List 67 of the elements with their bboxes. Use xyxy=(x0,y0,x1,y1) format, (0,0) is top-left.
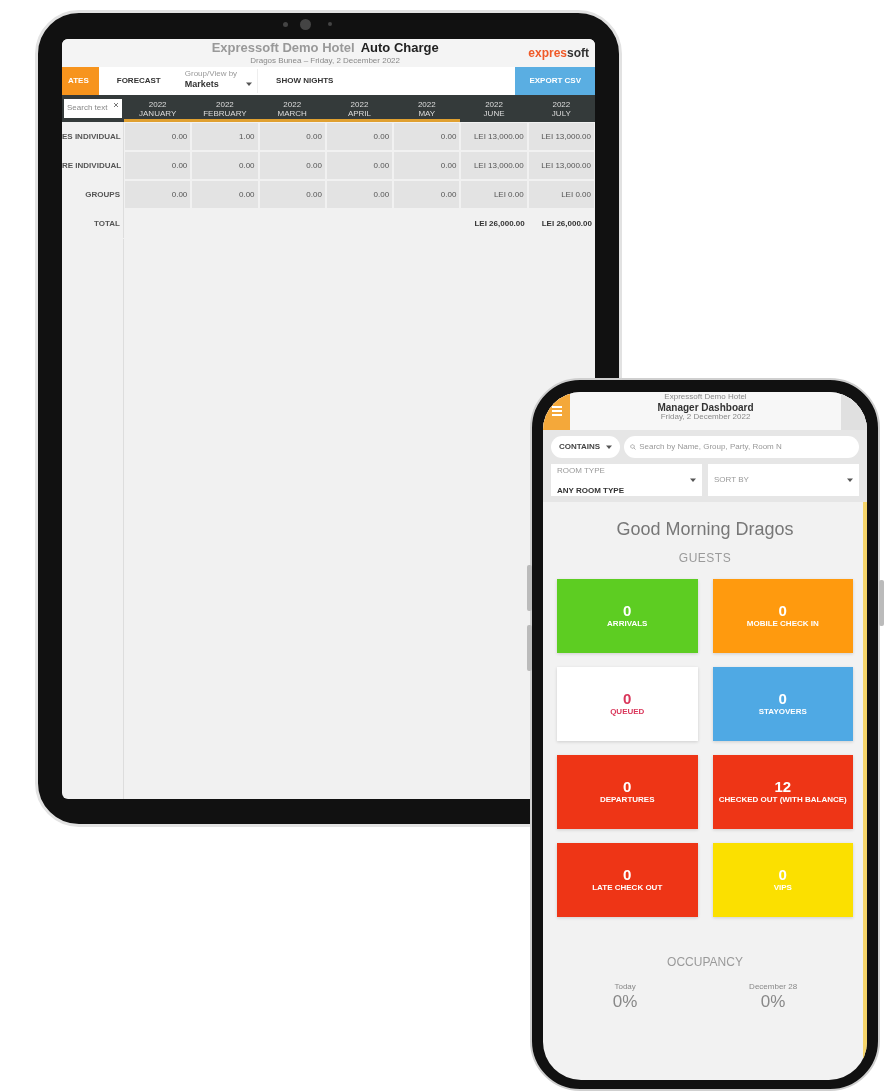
filter-select[interactable]: ROOM TYPE ANY ROOM TYPE xyxy=(551,464,702,496)
table-cell: 0.00 xyxy=(326,181,393,208)
search-icon xyxy=(630,444,637,450)
table-cell: 0.00 xyxy=(394,152,460,179)
table-cell: LEI 13,000.00 xyxy=(461,152,527,179)
table-cell: 0.00 xyxy=(125,181,191,208)
hotel-name: Expressoft Demo Hotel xyxy=(211,39,355,55)
match-select[interactable]: CONTAINS xyxy=(551,436,621,458)
export-button[interactable]: EXPORT CSV xyxy=(515,66,595,95)
status-tile[interactable]: 0 QUEUED xyxy=(557,667,698,741)
table-cell: LEI 13,000.00 xyxy=(528,152,594,179)
status-tile[interactable]: 0 ARRIVALS xyxy=(557,579,698,653)
total-cell-text: LEI 26,000.00 xyxy=(473,218,526,230)
occupancy-label: December 28 xyxy=(749,981,798,993)
sensor-icon xyxy=(283,22,288,27)
status-tile[interactable]: 0 STAYOVERS xyxy=(712,667,853,741)
view-select[interactable]: Group/View by Markets xyxy=(178,69,259,93)
table-cell: 0.00 xyxy=(259,181,325,208)
occupancy-label: Today xyxy=(613,981,637,993)
page-subtitle: Dragos Bunea – Friday, 2 December 2022 xyxy=(250,55,400,65)
row-label: GROUPS xyxy=(62,180,124,209)
page-subtitle: Friday, 2 December 2022 xyxy=(660,412,751,422)
close-icon xyxy=(113,101,119,108)
table-cell: 0.00 xyxy=(125,152,191,179)
table-cell: 0.00 xyxy=(125,123,191,150)
occupancy-value: 0% xyxy=(759,993,787,1012)
table-cell: 0.00 xyxy=(326,123,393,150)
greeting: Good Morning Dragos xyxy=(615,518,795,541)
table-cell: LEI 13,000.00 xyxy=(461,123,527,150)
total-cell-text: LEI 26,000.00 xyxy=(540,218,593,230)
search-field[interactable]: Search by Name, Group, Party, Room N xyxy=(624,436,859,458)
caret-icon xyxy=(847,477,853,483)
caret-icon xyxy=(690,477,696,483)
table-cell: 0.00 xyxy=(259,152,325,179)
hotel-name: Expressoft Demo Hotel xyxy=(664,393,747,402)
occupancy-value: 0% xyxy=(612,993,638,1012)
table-cell: LEI 0.00 xyxy=(528,181,594,208)
table-cell: 0.00 xyxy=(192,152,258,179)
camera-icon xyxy=(300,19,311,30)
filter-select[interactable]: SORT BY xyxy=(708,464,859,496)
table-cell: 0.00 xyxy=(326,152,393,179)
row-label: RE INDIVIDUAL xyxy=(62,151,124,180)
page-title: Auto Charge xyxy=(360,39,439,55)
sensor-icon xyxy=(328,22,332,26)
table-cell: 0.00 xyxy=(259,123,325,150)
table-cell: 0.00 xyxy=(192,181,258,208)
table-cell: LEI 13,000.00 xyxy=(528,123,594,150)
row-label: TOTAL xyxy=(62,209,124,238)
table-cell: 1.00 xyxy=(192,123,258,150)
status-tile[interactable]: 12 CHECKED OUT (WITH BALANCE) xyxy=(712,755,853,829)
row-label: ES INDIVIDUAL xyxy=(62,122,124,151)
square-button[interactable] xyxy=(841,392,867,430)
section-title: OCCUPANCY xyxy=(666,954,744,971)
table-cell: LEI 0.00 xyxy=(461,181,527,208)
logo: expressoft xyxy=(528,44,590,62)
search-field[interactable]: Search text xyxy=(64,98,122,118)
caret-icon xyxy=(606,444,613,450)
menu-icon[interactable] xyxy=(543,392,570,430)
status-tile[interactable]: 0 DEPARTURES xyxy=(557,755,698,829)
status-tile[interactable]: 0 LATE CHECK OUT xyxy=(557,843,698,917)
tab[interactable]: ATES xyxy=(62,66,99,95)
section-title: GUESTS xyxy=(677,550,733,567)
caret-icon xyxy=(246,81,253,88)
table-cell: 0.00 xyxy=(394,123,460,150)
page-title: Manager Dashboard xyxy=(657,401,754,413)
table-cell: 0.00 xyxy=(394,181,460,208)
status-tile[interactable]: 0 MOBILE CHECK IN xyxy=(712,579,853,653)
